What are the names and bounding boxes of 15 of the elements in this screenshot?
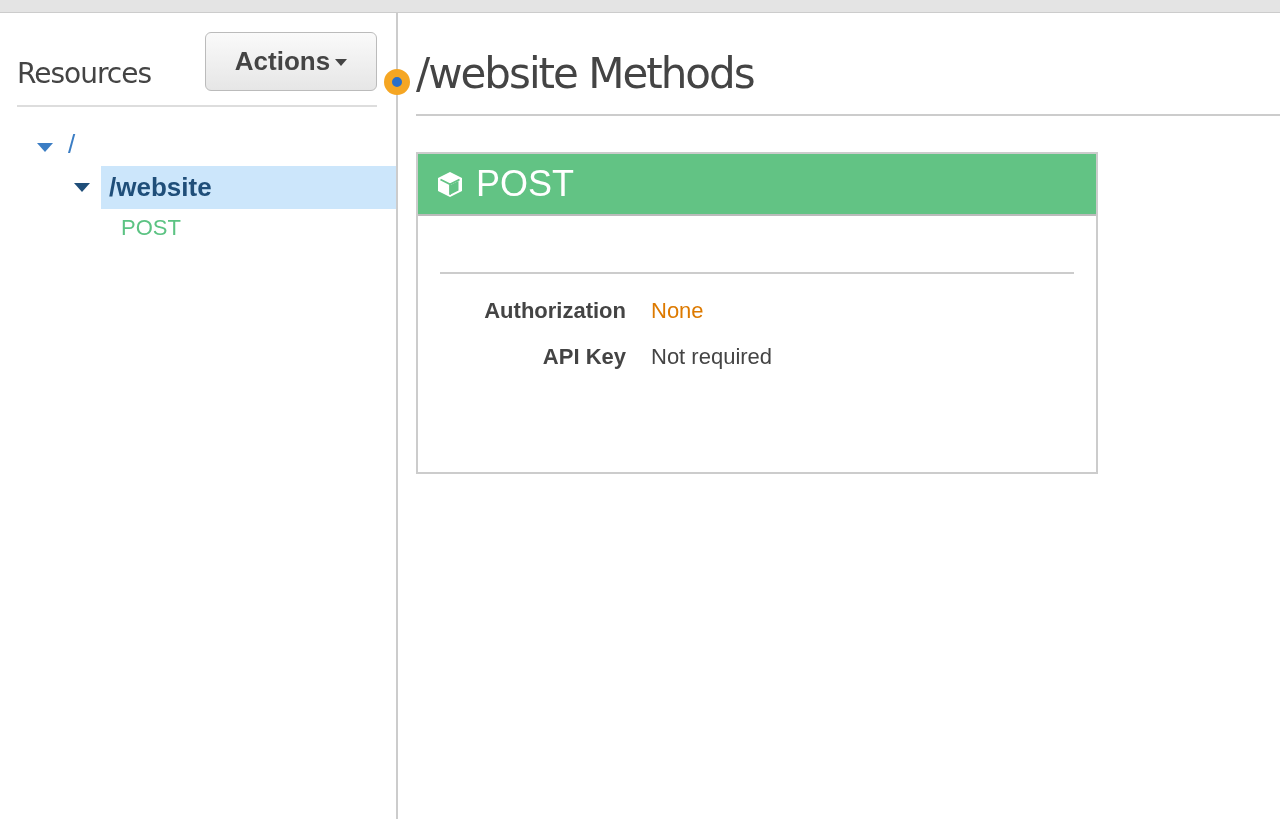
expand-arrow-icon[interactable]	[74, 183, 90, 192]
detail-value: None	[651, 298, 705, 324]
page-title: /website Methods	[416, 13, 1280, 116]
detail-value: Not required	[651, 344, 774, 370]
cube-icon	[436, 170, 464, 198]
resource-item[interactable]: /website	[101, 166, 396, 209]
caret-icon	[335, 59, 348, 66]
actions-button[interactable]: Actions	[205, 32, 377, 91]
expand-arrow-icon[interactable]	[37, 143, 53, 152]
detail-label: API Key	[541, 344, 626, 370]
resize-handle[interactable]	[384, 69, 410, 95]
method-name: POST	[476, 163, 574, 205]
detail-label: Authorization	[483, 298, 626, 324]
resource-item[interactable]: /	[64, 129, 84, 166]
panel-title: Resources	[17, 57, 151, 90]
